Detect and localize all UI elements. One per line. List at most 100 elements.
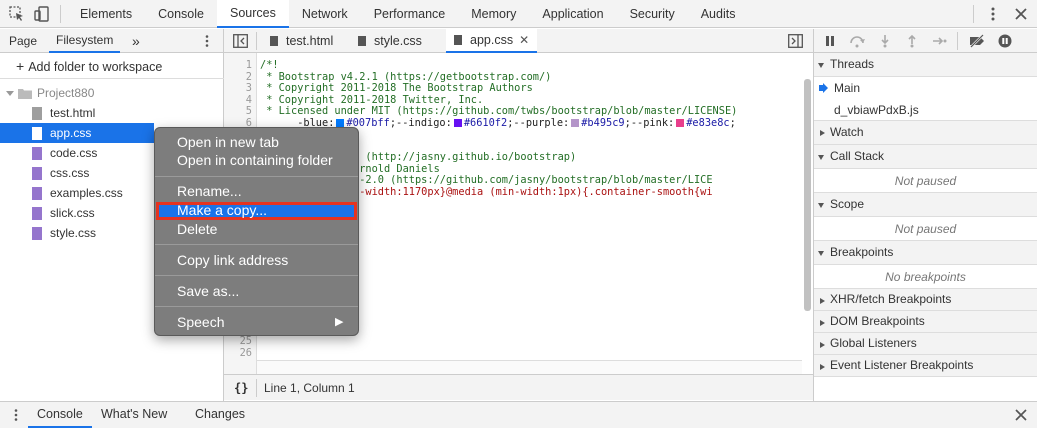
color-swatch[interactable] <box>676 118 685 127</box>
project-folder[interactable]: Project880 <box>0 83 224 103</box>
menu-separator <box>155 306 358 307</box>
close-tab-icon[interactable]: ✕ <box>519 28 529 52</box>
breakpoints-section-header[interactable]: Breakpoints <box>814 241 1037 265</box>
tab-console[interactable]: Console <box>145 0 217 28</box>
toggle-debugger-icon[interactable] <box>788 34 803 48</box>
menu-item-rename[interactable]: Rename... <box>177 183 242 199</box>
line-number[interactable]: 25 <box>240 335 252 347</box>
editor-tab[interactable]: style.css <box>352 29 428 53</box>
code-line: * Copyright 2011-2018 The Bootstrap Auth… <box>260 82 533 94</box>
threads-section-header[interactable]: Threads <box>814 53 1037 77</box>
thread-name: Main <box>834 81 861 95</box>
menu-item-open-containing-folder[interactable]: Open in containing folder <box>177 152 333 168</box>
file-item[interactable]: test.html <box>0 103 224 123</box>
dom-breakpoints-section-header[interactable]: DOM Breakpoints <box>814 311 1037 333</box>
color-swatch[interactable] <box>453 118 462 127</box>
drawer-tab-changes[interactable]: Changes <box>195 402 245 427</box>
file-name: code.css <box>50 146 98 160</box>
code-text: #b495c9 <box>581 116 625 129</box>
menu-item-speech[interactable]: Speech <box>177 314 224 330</box>
folder-icon <box>18 88 32 99</box>
editor-horizontal-scrollbar[interactable] <box>257 360 802 374</box>
more-options-icon[interactable] <box>985 6 1001 22</box>
tab-security[interactable]: Security <box>617 0 688 28</box>
line-number[interactable]: 5 <box>246 105 252 117</box>
color-swatch[interactable] <box>571 118 580 127</box>
file-icon <box>358 36 366 46</box>
deactivate-breakpoints-icon[interactable] <box>969 34 985 48</box>
color-swatch[interactable] <box>336 118 345 127</box>
chevron-down-icon <box>6 90 14 96</box>
cursor-position: Line 1, Column 1 <box>264 381 355 395</box>
current-thread-arrow-icon <box>819 83 828 93</box>
tab-performance[interactable]: Performance <box>361 0 459 28</box>
toolbar-divider <box>973 5 974 23</box>
line-number[interactable]: 26 <box>240 347 252 359</box>
menu-item-make-copy[interactable]: Make a copy... <box>177 202 267 218</box>
inspect-element-icon[interactable] <box>9 6 25 22</box>
event-listener-breakpoints-section-header[interactable]: Event Listener Breakpoints <box>814 355 1037 377</box>
drawer-menu-icon[interactable] <box>10 408 22 422</box>
file-icon <box>32 106 42 120</box>
scope-section-header[interactable]: Scope <box>814 193 1037 217</box>
drawer-tab-whats-new[interactable]: What's New <box>101 402 167 427</box>
line-number[interactable]: 4 <box>246 94 252 106</box>
tab-network[interactable]: Network <box>289 0 361 28</box>
toggle-navigator-icon[interactable] <box>233 34 248 48</box>
watch-section-header[interactable]: Watch <box>814 121 1037 145</box>
css-file-icon <box>32 206 42 220</box>
tab-audits[interactable]: Audits <box>688 0 749 28</box>
global-listeners-section-header[interactable]: Global Listeners <box>814 333 1037 355</box>
tab-memory[interactable]: Memory <box>458 0 529 28</box>
tab-page[interactable]: Page <box>9 29 37 53</box>
tab-elements[interactable]: Elements <box>67 0 145 28</box>
code-line: * Bootstrap v4.2.1 (https://getbootstrap… <box>260 70 552 83</box>
toolbar-divider <box>256 32 257 50</box>
menu-item-delete[interactable]: Delete <box>177 221 217 237</box>
close-drawer-icon[interactable] <box>1015 409 1027 421</box>
editor-tab-active[interactable]: app.css ✕ <box>446 28 538 53</box>
file-name: app.css <box>50 126 92 140</box>
line-number[interactable]: 1 <box>246 59 252 71</box>
pause-on-exceptions-icon[interactable] <box>998 34 1012 48</box>
drawer-tab-console[interactable]: Console <box>28 402 92 428</box>
menu-item-copy-link-address[interactable]: Copy link address <box>177 252 288 268</box>
call-stack-section-header[interactable]: Call Stack <box>814 145 1037 169</box>
tab-label: test.html <box>286 34 334 48</box>
xhr-breakpoints-section-header[interactable]: XHR/fetch Breakpoints <box>814 289 1037 311</box>
menu-item-save-as[interactable]: Save as... <box>177 283 239 299</box>
file-item-selected[interactable]: app.css <box>0 123 154 143</box>
step-over-icon[interactable] <box>849 34 865 48</box>
project-name: Project880 <box>37 86 95 100</box>
line-number[interactable]: 3 <box>246 82 252 94</box>
step-icon[interactable] <box>932 35 948 47</box>
tab-sources[interactable]: Sources <box>216 0 289 28</box>
tab-label: app.css <box>470 33 514 47</box>
close-devtools-icon[interactable] <box>1013 6 1029 22</box>
menu-separator <box>155 275 358 276</box>
navigator-menu-icon[interactable] <box>200 34 214 48</box>
thread-item[interactable]: d_vbiawPdxB.js <box>814 99 1037 121</box>
pause-icon[interactable] <box>824 35 836 47</box>
tab-filesystem[interactable]: Filesystem <box>49 29 121 53</box>
add-folder-button[interactable]: + Add folder to workspace <box>0 53 224 79</box>
step-into-icon[interactable] <box>879 34 891 48</box>
more-tabs-button[interactable]: » <box>132 29 140 53</box>
css-file-icon <box>32 166 42 180</box>
section-title: Threads <box>830 57 875 71</box>
menu-item-open-new-tab[interactable]: Open in new tab <box>177 134 279 150</box>
device-toolbar-icon[interactable] <box>34 6 50 22</box>
file-name: test.html <box>50 106 96 120</box>
devtools-toolbar: Elements Console Sources Network Perform… <box>0 0 1037 28</box>
editor-scrollbar[interactable] <box>804 79 811 311</box>
call-stack-status: Not paused <box>814 169 1037 193</box>
css-file-icon <box>32 146 42 160</box>
line-number[interactable]: 2 <box>246 71 252 83</box>
section-title: Breakpoints <box>830 245 894 259</box>
step-out-icon[interactable] <box>906 34 918 48</box>
debugger-toolbar <box>814 29 1037 53</box>
thread-main[interactable]: Main <box>814 77 1037 99</box>
tab-application[interactable]: Application <box>529 0 616 28</box>
editor-tab[interactable]: test.html <box>264 29 339 53</box>
pretty-print-icon[interactable]: {} <box>234 375 248 401</box>
